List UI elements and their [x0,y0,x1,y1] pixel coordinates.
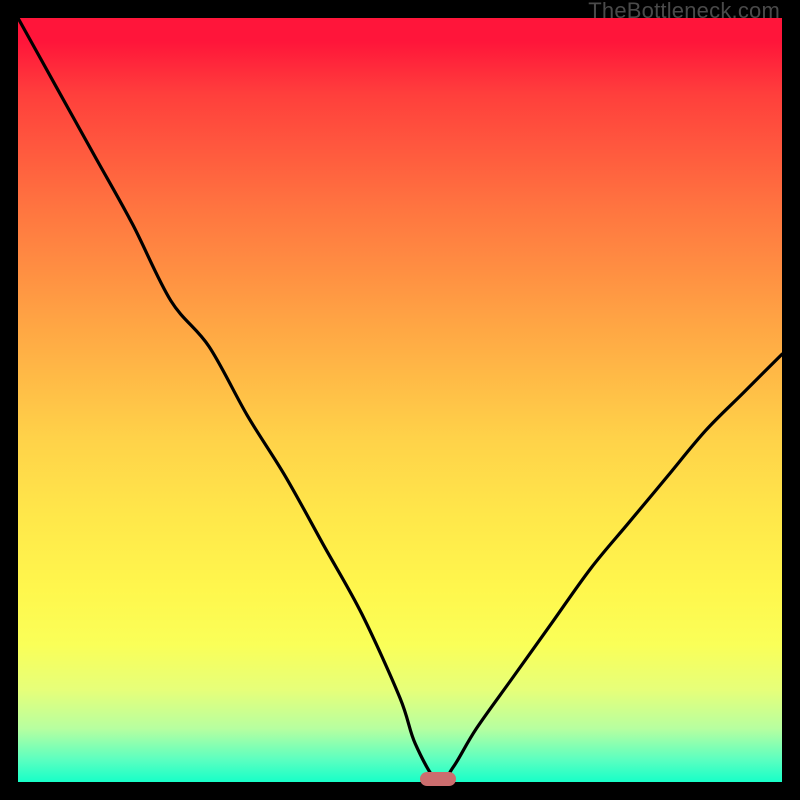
dip-marker [420,772,456,786]
bottleneck-curve [18,18,782,782]
watermark-text: TheBottleneck.com [588,0,780,22]
chart-frame: TheBottleneck.com [0,0,800,800]
chart-plot-area [18,18,782,782]
